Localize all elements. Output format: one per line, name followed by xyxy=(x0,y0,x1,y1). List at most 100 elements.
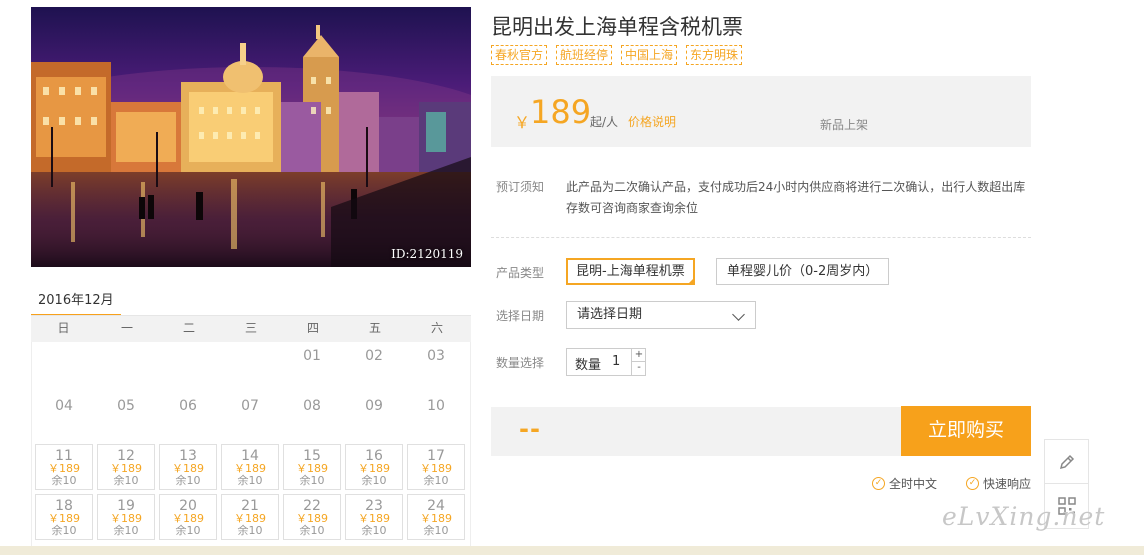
product-tag: 东方明珠 xyxy=(686,45,743,65)
calendar-day[interactable]: 24 ￥189 余10 xyxy=(407,494,465,540)
calendar-day[interactable]: 13 ￥189 余10 xyxy=(159,444,217,490)
calendar-day-number: 24 xyxy=(427,498,445,514)
booking-notice-label: 预订须知 xyxy=(496,180,545,194)
quantity-label: 数量选择 xyxy=(496,356,545,370)
quantity-decrease-button[interactable]: - xyxy=(631,362,646,375)
weekday-label: 六 xyxy=(430,321,443,335)
site-watermark: eLvXing.net xyxy=(942,502,1106,531)
calendar-day-stock: 余10 xyxy=(237,474,263,487)
currency-symbol: ￥ xyxy=(514,113,531,132)
calendar-day-number: 17 xyxy=(427,448,445,464)
calendar-day-number: 10 xyxy=(427,398,445,414)
calendar-day-number: 07 xyxy=(241,398,259,414)
calendar-day: 09 xyxy=(345,392,403,438)
calendar-day-stock: 余10 xyxy=(423,474,449,487)
calendar-day-number: 18 xyxy=(55,498,73,514)
product-tag: 航班经停 xyxy=(556,45,613,65)
selected-corner-icon xyxy=(686,277,695,285)
calendar-day: 07 xyxy=(221,392,279,438)
calendar-day-number: 12 xyxy=(117,448,135,464)
quantity-value[interactable]: 1 xyxy=(612,354,620,369)
calendar-day-number: 02 xyxy=(365,348,383,364)
calendar-day: 03 xyxy=(407,342,465,388)
product-type-option-oneway[interactable]: 昆明-上海单程机票 xyxy=(566,258,695,285)
check-circle-icon: ✓ xyxy=(966,477,979,490)
calendar-day: 06 xyxy=(159,392,217,438)
calendar-day-number: 01 xyxy=(303,348,321,364)
calendar-day-number: 08 xyxy=(303,398,321,414)
product-tag: 春秋官方 xyxy=(491,45,548,65)
calendar-day[interactable]: 11 ￥189 余10 xyxy=(35,444,93,490)
price-amount: 189 xyxy=(530,93,592,131)
date-select-dropdown[interactable]: 请选择日期 xyxy=(566,301,756,329)
calendar-day: 10 xyxy=(407,392,465,438)
calendar-day-stock: 余10 xyxy=(237,524,263,537)
service-badge: ✓ 全时中文 xyxy=(872,475,937,492)
calendar-day-stock: 余10 xyxy=(113,524,139,537)
calendar-day-stock: 余10 xyxy=(299,524,325,537)
quantity-prefix: 数量 xyxy=(575,358,602,373)
product-type-option-infant[interactable]: 单程婴儿价（0-2周岁内） xyxy=(716,258,890,285)
calendar-day-number: 04 xyxy=(55,398,73,414)
section-divider xyxy=(491,237,1031,238)
calendar-day[interactable]: 18 ￥189 余10 xyxy=(35,494,93,540)
calendar-day: 01 xyxy=(283,342,341,388)
calendar-day-stock: 余10 xyxy=(51,474,77,487)
weekday-label: 二 xyxy=(182,321,195,335)
calendar-day-stock: 余10 xyxy=(361,524,387,537)
option-label: 昆明-上海单程机票 xyxy=(576,264,685,279)
calendar-day: 04 xyxy=(35,392,93,438)
price-explanation-link[interactable]: 价格说明 xyxy=(628,113,676,130)
product-hero-image: ID:2120119 xyxy=(31,7,471,267)
booking-notice-text: 此产品为二次确认产品，支付成功后24小时内供应商将进行二次确认，出行人数超出库存… xyxy=(566,180,1026,215)
calendar-day[interactable]: 22 ￥189 余10 xyxy=(283,494,341,540)
calendar-day-number: 14 xyxy=(241,448,259,464)
calendar-day[interactable]: 12 ￥189 余10 xyxy=(97,444,155,490)
weekday-label: 四 xyxy=(306,321,319,335)
price-unit: 起/人 xyxy=(590,115,619,129)
weekday-label: 三 xyxy=(244,321,257,335)
calendar-day-stock: 余10 xyxy=(51,524,77,537)
buy-now-button[interactable]: 立即购买 xyxy=(901,406,1031,456)
option-label: 单程婴儿价（0-2周岁内） xyxy=(727,264,879,279)
pencil-icon xyxy=(1059,454,1074,469)
calendar-day: 02 xyxy=(345,342,403,388)
calendar-day-number: 19 xyxy=(117,498,135,514)
select-date-label: 选择日期 xyxy=(496,309,545,323)
product-tag: 中国上海 xyxy=(621,45,678,65)
service-badge: ✓ 快速响应 xyxy=(966,475,1031,492)
calendar-day-number: 06 xyxy=(179,398,197,414)
calendar-day-number: 20 xyxy=(179,498,197,514)
calendar-day-number: 05 xyxy=(117,398,135,414)
bund-night-scene xyxy=(31,25,471,267)
product-tags: 春秋官方 航班经停 中国上海 东方明珠 xyxy=(491,45,743,65)
calendar-day-number: 22 xyxy=(303,498,321,514)
calendar-day[interactable]: 15 ￥189 余10 xyxy=(283,444,341,490)
product-type-label: 产品类型 xyxy=(496,266,545,280)
weekday-label: 日 xyxy=(57,321,70,335)
date-select-value: 请选择日期 xyxy=(577,307,643,322)
calendar-grid: 01 02 03 04 05 06 07 08 09 10 11 ￥189 余10 12 ￥189 余10 13… xyxy=(31,342,471,552)
calendar-day[interactable]: 14 ￥189 余10 xyxy=(221,444,279,490)
edit-tool-button[interactable] xyxy=(1045,440,1088,484)
weekday-label: 一 xyxy=(120,321,133,335)
calendar-day-number: 23 xyxy=(365,498,383,514)
calendar-day[interactable]: 17 ￥189 余10 xyxy=(407,444,465,490)
calendar-day-stock: 余10 xyxy=(175,474,201,487)
product-id-label: ID:2120119 xyxy=(391,247,463,261)
weekday-label: 五 xyxy=(368,321,381,335)
calendar-day-number: 21 xyxy=(241,498,259,514)
calendar-weekday-header: 日 一 二 三 四 五 六 xyxy=(31,316,471,342)
calendar-day[interactable]: 21 ￥189 余10 xyxy=(221,494,279,540)
product-title: 昆明出发上海单程含税机票 xyxy=(491,15,743,39)
calendar-month-tab[interactable]: 2016年12月 xyxy=(31,283,121,316)
quantity-increase-button[interactable]: + xyxy=(631,349,646,362)
calendar-day-stock: 余10 xyxy=(361,474,387,487)
calendar-day[interactable]: 16 ￥189 余10 xyxy=(345,444,403,490)
calendar-day-number: 16 xyxy=(365,448,383,464)
calendar-day[interactable]: 23 ￥189 余10 xyxy=(345,494,403,540)
calendar-day[interactable]: 20 ￥189 余10 xyxy=(159,494,217,540)
calendar-day[interactable]: 19 ￥189 余10 xyxy=(97,494,155,540)
browser-status-strip xyxy=(0,546,1144,555)
price-panel: ￥ 189 起/人 价格说明 新品上架 xyxy=(491,76,1031,147)
